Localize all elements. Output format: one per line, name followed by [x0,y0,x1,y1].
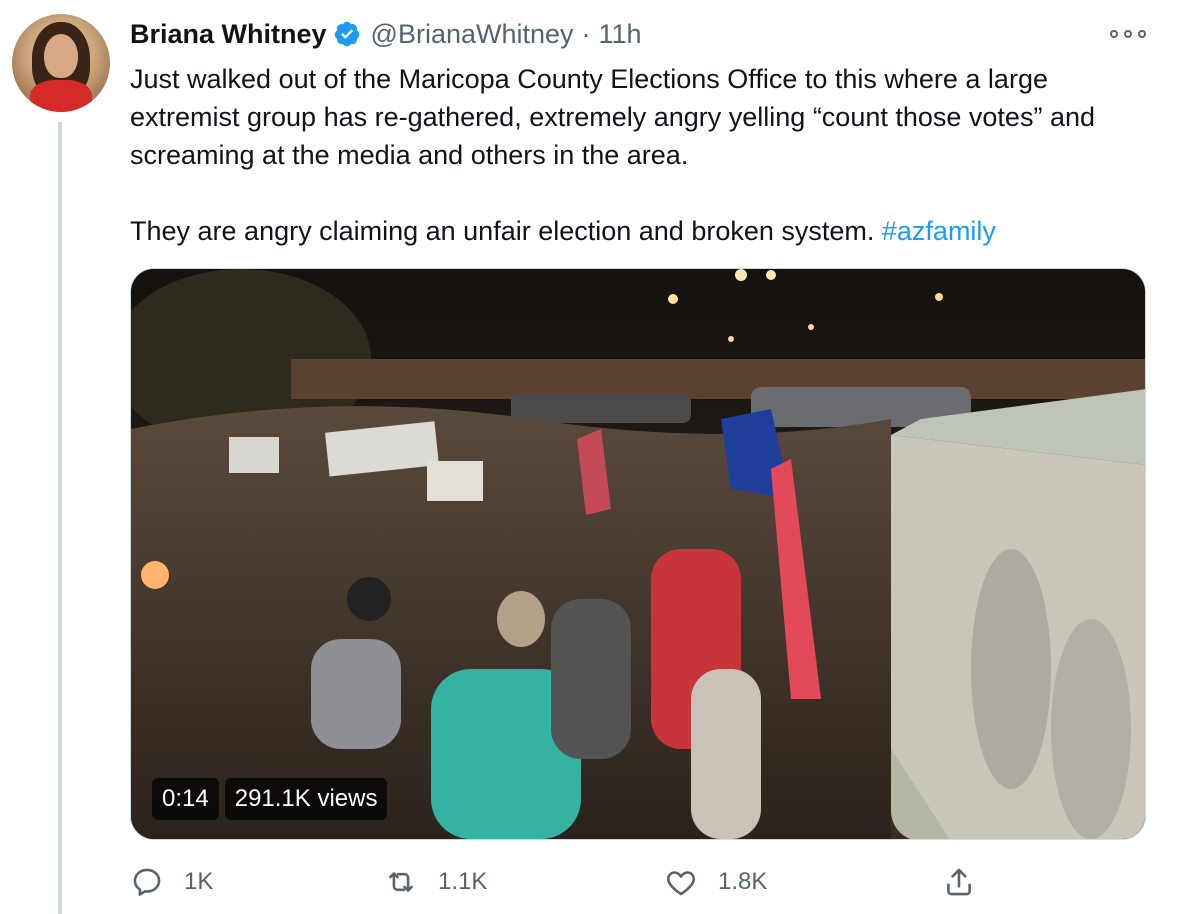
tweet-paragraph-1: Just walked out of the Maricopa County E… [130,64,1095,170]
video-player[interactable] [130,268,1146,840]
like-count: 1.8K [718,868,768,895]
separator-dot: · [581,18,591,49]
avatar[interactable] [12,14,110,112]
tweet: Briana Whitney @BrianaWhitney · 11h Just… [0,0,1178,914]
video-stats: 0:14 291.1K views [152,778,388,820]
video-thumbnail [131,269,1145,839]
more-icon[interactable] [1110,24,1146,44]
retweet-button[interactable]: 1.1K [384,862,487,902]
reply-count: 1K [184,868,214,895]
like-button[interactable]: 1.8K [664,862,767,902]
tweet-timestamp[interactable]: 11h [599,19,642,50]
action-bar: 1K 1.1K 1.8K [130,862,1146,902]
tweet-text: Just walked out of the Maricopa County E… [130,60,1140,250]
like-icon [667,871,695,896]
tweet-paragraph-2-text: They are angry claiming an unfair electi… [130,216,882,246]
video-views: 291.1K views [224,778,388,820]
verified-badge-icon [333,20,361,48]
tweet-paragraph-2: They are angry claiming an unfair electi… [130,212,1140,250]
thread-line [58,122,62,914]
reply-icon [133,868,161,896]
author-handle[interactable]: @BrianaWhitney [371,19,574,50]
retweet-count: 1.1K [438,868,488,895]
retweet-icon [389,872,413,892]
share-icon [947,868,971,896]
author-name[interactable]: Briana Whitney [130,19,327,50]
hashtag-link[interactable]: #azfamily [882,216,996,246]
reply-button[interactable]: 1K [130,862,213,902]
share-button[interactable] [942,862,976,902]
video-duration: 0:14 [152,778,219,820]
tweet-header: Briana Whitney @BrianaWhitney · 11h [130,16,642,52]
